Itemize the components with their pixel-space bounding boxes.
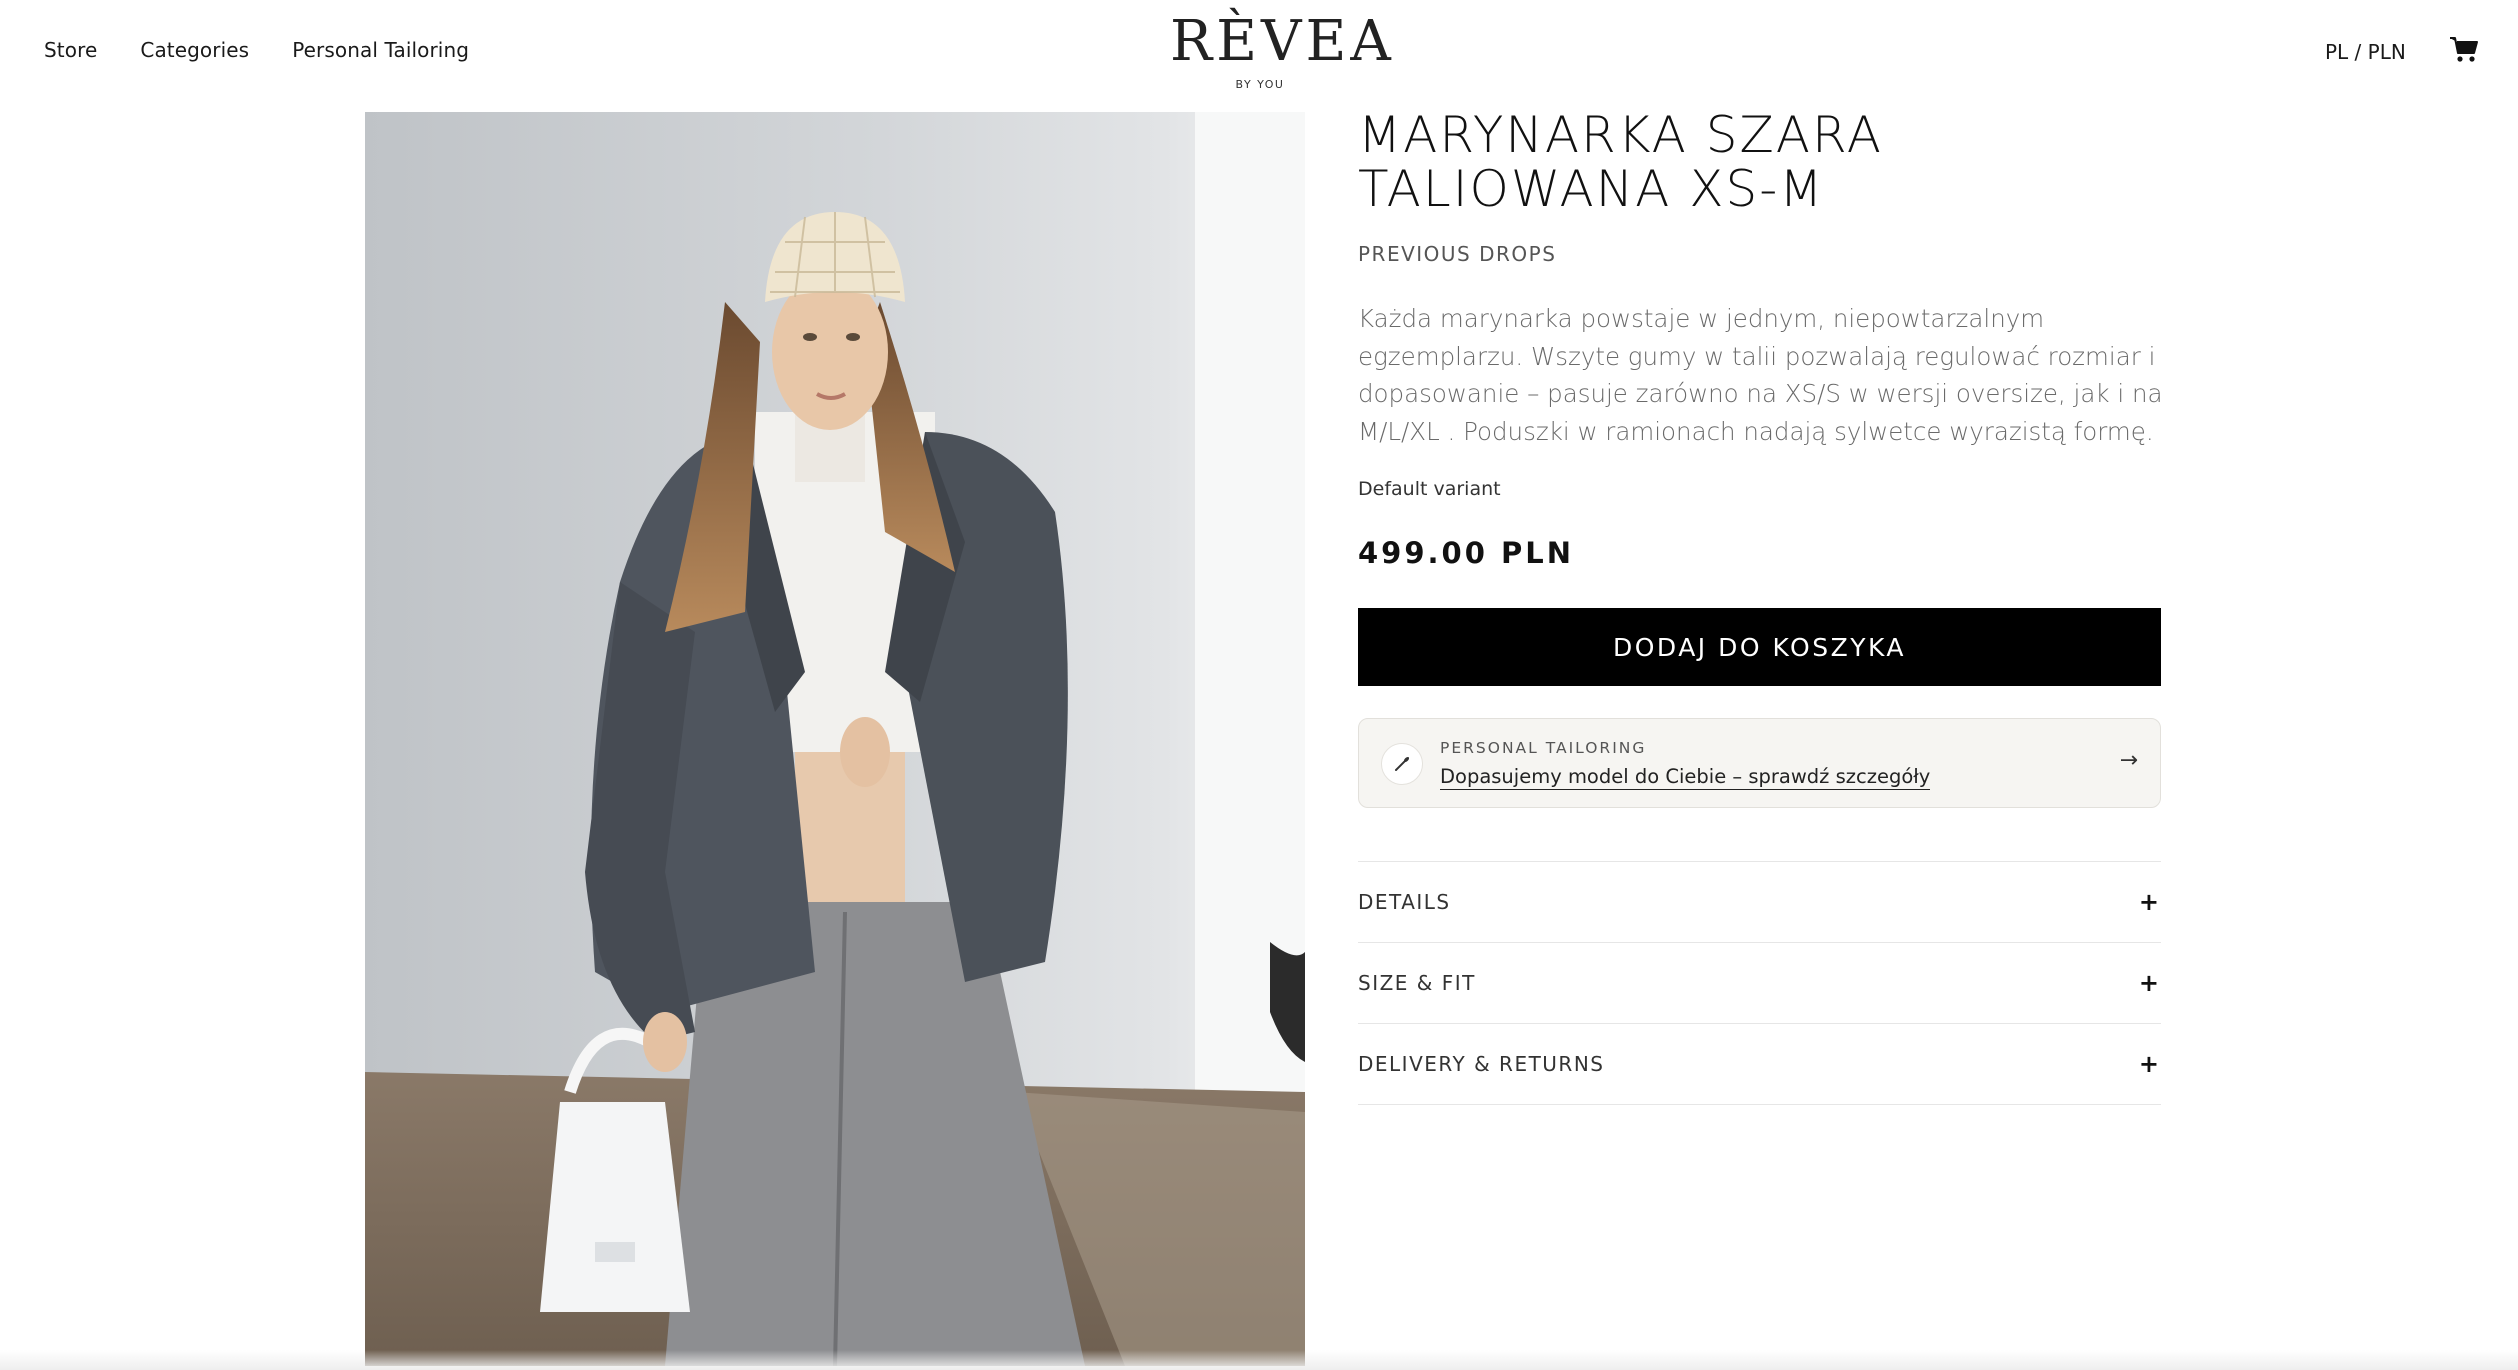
accordion-details[interactable]: DETAILS + (1358, 862, 2161, 943)
cart-icon[interactable] (2448, 34, 2480, 66)
product-title: MARYNARKA SZARA TALIOWANA XS-M (1358, 108, 2161, 216)
product-photo[interactable] (365, 112, 1305, 1366)
site-header: Store Categories Personal Tailoring RÈVE… (0, 0, 2518, 108)
plus-icon: + (2138, 1050, 2159, 1078)
nav-categories-link[interactable]: Categories (140, 38, 249, 62)
arrow-right-icon: → (2119, 748, 2138, 773)
nav-personal-tailoring-link[interactable]: Personal Tailoring (292, 38, 469, 62)
personal-tailoring-link[interactable]: Dopasujemy model do Ciebie – sprawdź szc… (1440, 765, 1931, 790)
product-info: MARYNARKA SZARA TALIOWANA XS-M PREVIOUS … (1358, 108, 2163, 1105)
product-variant: Default variant (1358, 478, 1501, 500)
accordion-delivery-returns-label: DELIVERY & RETURNS (1358, 1052, 1605, 1076)
add-to-cart-button[interactable]: DODAJ DO KOSZYKA (1358, 608, 2161, 686)
accordion-size-fit[interactable]: SIZE & FIT + (1358, 943, 2161, 1024)
logo-wordmark: RÈVEA (1170, 9, 1395, 74)
product-accordion: DETAILS + SIZE & FIT + DELIVERY & RETURN… (1358, 861, 2161, 1105)
personal-tailoring-kicker: PERSONAL TAILORING (1440, 739, 1647, 757)
main-nav: Store Categories Personal Tailoring (44, 38, 469, 62)
locale-currency-selector[interactable]: PL / PLN (2325, 40, 2406, 64)
plus-icon: + (2138, 969, 2159, 997)
brand-logo[interactable]: RÈVEA BY YOU (1170, 9, 1395, 100)
product-title-line-1: MARYNARKA SZARA (1358, 106, 1883, 164)
product-price: 499.00 PLN (1358, 536, 1575, 570)
accordion-delivery-returns[interactable]: DELIVERY & RETURNS + (1358, 1024, 2161, 1105)
page-bottom-fade (0, 1350, 2518, 1370)
logo-tagline: BY YOU (1235, 78, 1285, 91)
product-collection[interactable]: PREVIOUS DROPS (1358, 242, 2161, 266)
nav-store-link[interactable]: Store (44, 38, 97, 62)
personal-tailoring-card[interactable]: PERSONAL TAILORING Dopasujemy model do C… (1358, 718, 2161, 808)
accordion-size-fit-label: SIZE & FIT (1358, 971, 1476, 995)
needle-icon (1381, 743, 1423, 785)
plus-icon: + (2138, 888, 2159, 916)
product-title-line-2: TALIOWANA XS-M (1358, 160, 1825, 218)
accordion-details-label: DETAILS (1358, 890, 1451, 914)
product-description: Każda marynarka powstaje w jednym, niepo… (1358, 304, 2163, 446)
